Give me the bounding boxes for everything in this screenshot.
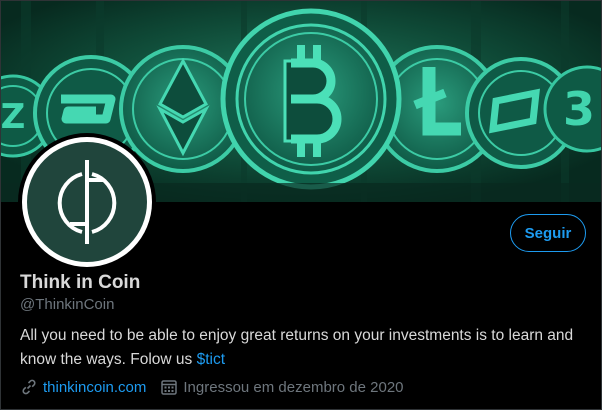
bio-cashtag-link[interactable]: $tict: [197, 351, 225, 368]
joined-date: Ingressou em dezembro de 2020: [183, 378, 404, 396]
bio-text: All you need to be able to enjoy great r…: [20, 327, 574, 368]
bitcoin-coin-icon: [220, 8, 402, 190]
calendar-icon: [160, 378, 178, 396]
think-in-coin-logo-icon: [57, 160, 117, 244]
profile-bio: All you need to be able to enjoy great r…: [20, 324, 580, 372]
profile-avatar[interactable]: [18, 133, 156, 271]
link-icon: [20, 378, 38, 396]
profile-meta: thinkincoin.com Ingressou em dezembro de…: [20, 376, 404, 398]
svg-text:3: 3: [563, 82, 595, 136]
follow-button[interactable]: Seguir: [510, 214, 586, 252]
profile-name: Think in Coin: [20, 272, 141, 293]
website-link[interactable]: thinkincoin.com: [43, 379, 146, 396]
profile-handle: @ThinkinCoin: [20, 296, 115, 313]
avatar-ring: [22, 137, 152, 267]
avatar-logo: [27, 142, 147, 262]
profile-header: Z 3 Seguir Think in Coin @ThinkinCoin Al…: [0, 0, 602, 410]
svg-text:Z: Z: [1, 97, 25, 137]
